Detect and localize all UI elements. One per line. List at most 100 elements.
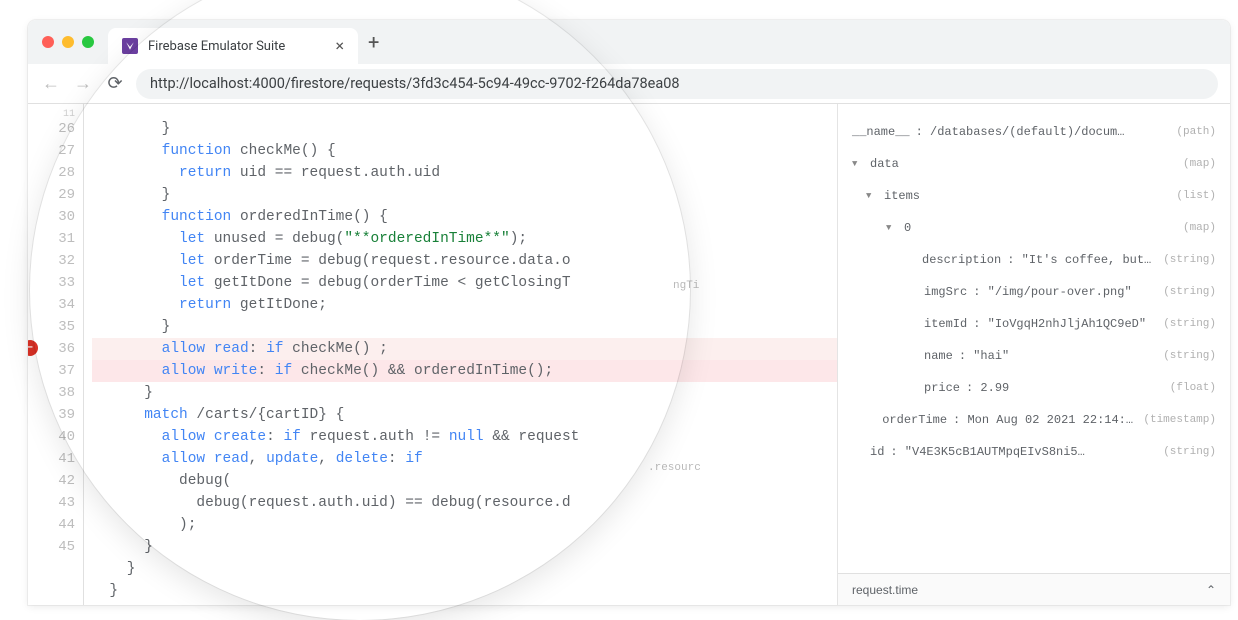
code-line[interactable]: }	[92, 382, 837, 404]
field-type: (map)	[1183, 154, 1216, 174]
address-bar[interactable]: http://localhost:4000/firestore/requests…	[136, 69, 1218, 99]
url-text: http://localhost:4000/firestore/requests…	[150, 75, 680, 92]
request-time-section[interactable]: request.time ⌃	[838, 573, 1230, 605]
line-number: 45	[28, 536, 75, 558]
field-type: (string)	[1163, 250, 1216, 270]
field-key: __name__	[852, 122, 910, 142]
panel-field-row: imgSrc : "/img/pour-over.png" (string)	[852, 276, 1216, 308]
code-line[interactable]: allow read, update, delete: if	[92, 448, 837, 470]
field-value: : Mon Aug 02 2021 22:14:46 GM…	[953, 410, 1137, 430]
line-number: 28	[28, 162, 75, 184]
forward-icon[interactable]: →	[72, 73, 94, 94]
panel-field-row: description : "It's coffee, but fanc… (str…	[852, 244, 1216, 276]
field-key: price	[924, 378, 960, 398]
line-number: 33	[28, 272, 75, 294]
line-number: 40	[28, 426, 75, 448]
code-line[interactable]: }	[92, 536, 837, 558]
details-panel: __name__ : /databases/(default)/documents…	[838, 104, 1230, 605]
line-number: 29	[28, 184, 75, 206]
line-number: 41	[28, 448, 75, 470]
line-gutter: 112627282930313233343536–373839404142434…	[28, 104, 84, 605]
code-line[interactable]: return uid == request.auth.uid	[92, 162, 837, 184]
code-editor: 112627282930313233343536–373839404142434…	[28, 104, 838, 605]
field-key: orderTime	[882, 410, 947, 430]
code-line[interactable]: }	[92, 580, 837, 602]
code-line[interactable]: match /carts/{cartID} {	[92, 404, 837, 426]
field-value: : "V4E3K5cB1AUTMpqEIvS8ni5opKVS"	[890, 442, 1090, 462]
line-number: 39	[28, 404, 75, 426]
code-line[interactable]: let unused = debug("**orderedInTime**");	[92, 228, 837, 250]
code-line[interactable]: let getItDone = debug(orderTime < getClo…	[92, 272, 837, 294]
line-number: 11	[28, 104, 75, 118]
line-number: 44	[28, 514, 75, 536]
tab-title: Firebase Emulator Suite	[148, 39, 285, 54]
panel-field-row[interactable]: ▼0(map)	[852, 212, 1216, 244]
line-number	[28, 558, 75, 580]
field-value: : "/img/pour-over.png"	[973, 282, 1131, 302]
panel-field-row[interactable]: ▼data(map)	[852, 148, 1216, 180]
line-number: 38	[28, 382, 75, 404]
code-line[interactable]: let orderTime = debug(request.resource.d…	[92, 250, 837, 272]
code-line[interactable]: allow create: if request.auth != null &&…	[92, 426, 837, 448]
back-icon[interactable]: ←	[40, 73, 62, 94]
code-line[interactable]: allow read: if checkMe() ;	[92, 338, 837, 360]
field-type: (path)	[1176, 122, 1216, 142]
browser-window: Firebase Emulator Suite × + ← → ⟳ http:/…	[28, 20, 1230, 605]
close-tab-icon[interactable]: ×	[335, 38, 344, 54]
firebase-favicon-icon	[122, 38, 138, 54]
minimize-window-icon[interactable]	[62, 36, 74, 48]
line-number: 42	[28, 470, 75, 492]
maximize-window-icon[interactable]	[82, 36, 94, 48]
line-number: 32	[28, 250, 75, 272]
field-key: items	[884, 186, 920, 206]
code-line[interactable]: }	[92, 558, 837, 580]
field-key: imgSrc	[924, 282, 967, 302]
code-line[interactable]: }	[92, 316, 837, 338]
panel-field-row[interactable]: ▼ items (list)	[852, 180, 1216, 212]
title-bar: Firebase Emulator Suite × +	[28, 20, 1230, 64]
code-line[interactable]: }	[92, 184, 837, 206]
panel-name-row: __name__ : /databases/(default)/documents…	[852, 116, 1216, 148]
field-value: : 2.99	[966, 378, 1009, 398]
section-label: request.time	[852, 583, 918, 597]
field-type: (string)	[1163, 282, 1216, 302]
field-type: (string)	[1163, 314, 1216, 334]
code-line[interactable]: function checkMe() {	[92, 140, 837, 162]
line-number: 43	[28, 492, 75, 514]
field-key: name	[924, 346, 953, 366]
code-body[interactable]: } function checkMe() { return uid == req…	[84, 104, 837, 605]
code-line[interactable]: allow write: if checkMe() && orderedInTi…	[92, 360, 837, 382]
field-type: (list)	[1176, 186, 1216, 206]
close-window-icon[interactable]	[42, 36, 54, 48]
chevron-down-icon: ▼	[866, 186, 878, 206]
field-value: : /databases/(default)/documents/orde…	[916, 122, 1126, 142]
line-number: 36–	[28, 338, 75, 360]
field-type: (timestamp)	[1143, 410, 1216, 430]
panel-field-row: itemId: "IoVgqH2nhJljAh1QC9eD"(string)	[852, 308, 1216, 340]
line-number: 35	[28, 316, 75, 338]
reload-icon[interactable]: ⟳	[104, 73, 126, 94]
line-number: 37	[28, 360, 75, 382]
panel-field-row: price : 2.99 (float)	[852, 372, 1216, 404]
code-line[interactable]: debug(request.auth.uid) == debug(resourc…	[92, 492, 837, 514]
code-line[interactable]: function orderedInTime() {	[92, 206, 837, 228]
new-tab-icon[interactable]: +	[368, 30, 379, 54]
line-number: 31	[28, 228, 75, 250]
traffic-lights	[42, 36, 94, 48]
chevron-up-icon: ⌃	[1206, 583, 1216, 597]
browser-tab[interactable]: Firebase Emulator Suite ×	[108, 28, 358, 64]
field-value: : "It's coffee, but fanc…	[1007, 250, 1157, 270]
code-line[interactable]: );	[92, 514, 837, 536]
field-key: id	[870, 442, 884, 462]
field-key: description	[922, 250, 1001, 270]
code-line[interactable]: return getItDone;	[92, 294, 837, 316]
code-line[interactable]: debug(	[92, 470, 837, 492]
browser-toolbar: ← → ⟳ http://localhost:4000/firestore/re…	[28, 64, 1230, 104]
line-number: 27	[28, 140, 75, 162]
chevron-down-icon: ▼	[852, 154, 864, 174]
field-type: (map)	[1183, 218, 1216, 238]
field-key: itemId	[924, 314, 967, 334]
code-line[interactable]: }	[92, 118, 837, 140]
field-type: (float)	[1170, 378, 1216, 398]
line-number: 26	[28, 118, 75, 140]
